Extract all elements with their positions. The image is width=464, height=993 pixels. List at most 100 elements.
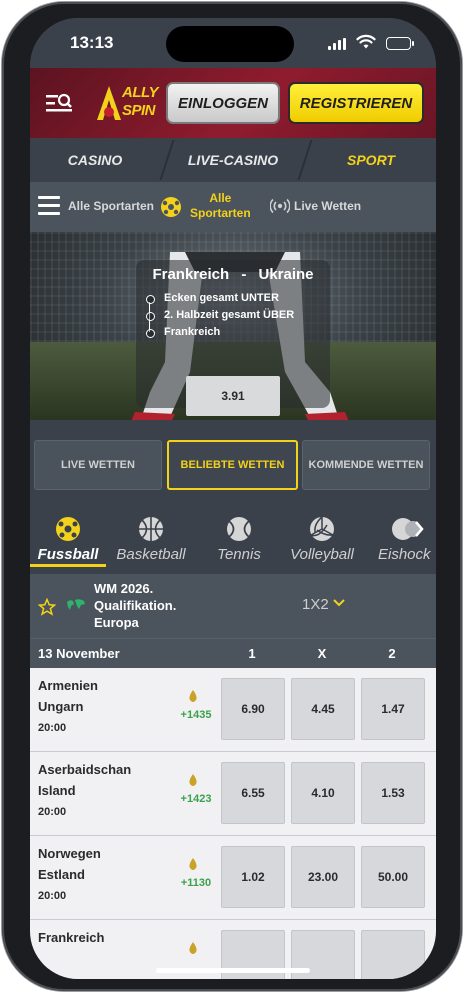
home-indicator[interactable] xyxy=(156,968,310,973)
favorite-star-icon[interactable] xyxy=(38,598,56,616)
featured-separator: - xyxy=(241,266,247,283)
competition-name-line: Europa xyxy=(94,615,139,630)
odds-drop-icon xyxy=(189,858,197,870)
odd-draw-button[interactable]: 4.45 xyxy=(291,678,355,740)
menu-search-icon[interactable] xyxy=(46,92,74,114)
tab-upcoming-bets[interactable]: KOMMENDE WETTEN xyxy=(302,440,430,490)
active-sport-indicator xyxy=(30,564,106,567)
site-header: ALLY SPIN EINLOGGEN REGISTRIEREN xyxy=(30,68,436,138)
sport-ice-hockey[interactable]: Eishock xyxy=(370,512,436,574)
competition-name: WM 2026. Qualifikation. Europa xyxy=(94,580,224,631)
featured-selection-list: Ecken gesamt UNTER 2. Halbzeit gesamt ÜB… xyxy=(144,292,294,343)
football-icon xyxy=(161,197,181,217)
sport-label: Tennis xyxy=(217,546,261,563)
match-row[interactable]: Aserbaidschan Island 20:00 +1423 6.55 4.… xyxy=(30,752,436,836)
odd-away-button[interactable]: 50.00 xyxy=(361,846,425,908)
more-markets-count[interactable]: +1435 xyxy=(176,709,216,721)
home-team: Aserbaidschan xyxy=(38,762,132,777)
featured-bet-card[interactable]: Frankreich - Ukraine Ecken gesamt UNTER … xyxy=(136,260,330,416)
sport-volleyball[interactable]: Volleyball xyxy=(280,512,364,574)
odds-drop-icon xyxy=(189,942,197,954)
column-home-win: 1 xyxy=(248,646,256,661)
home-team: Norwegen xyxy=(38,846,101,861)
home-team: Frankreich xyxy=(38,930,105,945)
tab-live-casino[interactable]: LIVE-CASINO xyxy=(166,138,300,182)
sport-label: Eishock xyxy=(378,546,431,563)
sport-label: Fussball xyxy=(37,546,99,563)
odd-home-button[interactable]: 6.55 xyxy=(221,762,285,824)
column-draw: X xyxy=(317,646,327,661)
sport-basketball[interactable]: Basketball xyxy=(106,512,196,574)
tab-popular-bets[interactable]: BELIEBTE WETTEN xyxy=(167,440,298,490)
active-filter-line1: Alle xyxy=(209,191,232,205)
all-sports-link[interactable]: Alle Sportarten xyxy=(68,199,154,213)
odd-away-button[interactable] xyxy=(361,930,425,979)
odds-drop-icon xyxy=(189,690,197,702)
login-button[interactable]: EINLOGGEN xyxy=(166,82,280,124)
world-map-icon xyxy=(67,599,85,610)
tab-casino[interactable]: CASINO xyxy=(30,138,160,182)
logo-text-spin: SPIN xyxy=(122,102,156,119)
away-team: Island xyxy=(38,783,76,798)
home-team: Armenien xyxy=(38,678,98,693)
featured-selection: Frankreich xyxy=(144,326,294,343)
match-date: 13 November xyxy=(38,646,120,661)
live-bets-link[interactable]: Live Wetten xyxy=(294,199,361,213)
kickoff-time: 20:00 xyxy=(38,722,67,734)
tab-live-bets[interactable]: LIVE WETTEN xyxy=(34,440,162,490)
competition-header: WM 2026. Qualifikation. Europa 1X2 xyxy=(30,574,436,638)
sport-tennis[interactable]: Tennis xyxy=(202,512,276,574)
away-team: Estland xyxy=(38,867,85,882)
featured-team-home: Frankreich xyxy=(152,266,230,283)
basketball-icon xyxy=(139,517,163,541)
sport-label: Volleyball xyxy=(290,546,354,563)
register-button[interactable]: REGISTRIEREN xyxy=(288,82,424,124)
column-away-win: 2 xyxy=(388,646,396,661)
app-screen: 13:13 ALLY SPIN EINLOGGEN REGISTRIEREN C… xyxy=(30,18,436,979)
odd-draw-button[interactable]: 23.00 xyxy=(291,846,355,908)
away-team: Ungarn xyxy=(38,699,84,714)
main-tabs: CASINO LIVE-CASINO SPORT xyxy=(30,138,436,182)
volleyball-icon xyxy=(310,516,334,541)
odd-home-button[interactable]: 6.90 xyxy=(221,678,285,740)
date-header-row: 13 November 1 X 2 xyxy=(30,638,436,668)
featured-match-title: Frankreich - Ukraine xyxy=(148,266,318,283)
phone-frame: 13:13 ALLY SPIN EINLOGGEN REGISTRIEREN C… xyxy=(2,2,462,991)
battery-icon xyxy=(386,37,414,50)
wifi-icon xyxy=(356,34,376,49)
signal-icon xyxy=(328,38,348,50)
more-markets-count[interactable]: +1130 xyxy=(176,877,216,889)
competition-name-line: Qualifikation. xyxy=(94,598,177,613)
odd-away-button[interactable]: 1.53 xyxy=(361,762,425,824)
competition-name-line: WM 2026. xyxy=(94,581,154,596)
active-filter-line2: Sportarten xyxy=(190,206,251,220)
match-row[interactable]: Armenien Ungarn 20:00 +1435 6.90 4.45 1.… xyxy=(30,668,436,752)
featured-bet-banner: Frankreich - Ukraine Ecken gesamt UNTER … xyxy=(30,232,436,420)
hamburger-menu-icon[interactable] xyxy=(38,196,60,216)
tab-sport[interactable]: SPORT xyxy=(306,138,436,182)
chevron-down-icon[interactable] xyxy=(332,596,346,610)
kickoff-time: 20:00 xyxy=(38,806,67,818)
tennis-icon xyxy=(227,517,251,541)
odd-away-button[interactable]: 1.47 xyxy=(361,678,425,740)
kickoff-time: 20:00 xyxy=(38,890,67,902)
allyspin-logo[interactable]: ALLY SPIN xyxy=(94,82,159,126)
market-selector[interactable]: 1X2 xyxy=(302,596,329,613)
bet-category-tabs: LIVE WETTEN BELIEBTE WETTEN KOMMENDE WET… xyxy=(30,420,436,512)
odd-draw-button[interactable]: 4.10 xyxy=(291,762,355,824)
match-list: Armenien Ungarn 20:00 +1435 6.90 4.45 1.… xyxy=(30,668,436,979)
logo-mark-icon xyxy=(97,86,121,120)
match-row[interactable]: Norwegen Estland 20:00 +1130 1.02 23.00 … xyxy=(30,836,436,920)
active-sports-filter[interactable]: Alle Sportarten xyxy=(190,191,251,221)
featured-odd-button[interactable]: 3.91 xyxy=(186,376,280,416)
status-time: 13:13 xyxy=(70,33,114,52)
sport-type-scroller: Fussball Basketball Tennis Volleyball Ei… xyxy=(30,512,436,574)
sport-label: Basketball xyxy=(116,546,186,563)
sport-navigation: Alle Sportarten Alle Sportarten Live Wet… xyxy=(30,182,436,232)
featured-selection: 2. Halbzeit gesamt ÜBER xyxy=(144,309,294,326)
odd-home-button[interactable]: 1.02 xyxy=(221,846,285,908)
live-broadcast-icon xyxy=(270,198,290,214)
football-icon xyxy=(56,517,80,541)
more-markets-count[interactable]: +1423 xyxy=(176,793,216,805)
hockey-icon xyxy=(392,518,424,540)
